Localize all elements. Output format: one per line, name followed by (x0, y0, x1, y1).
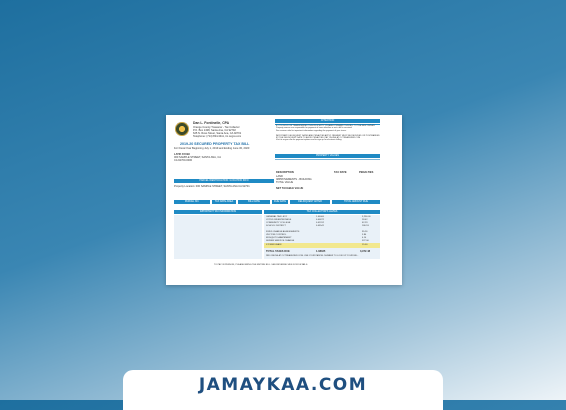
levy-row: SEWER SERVICE CHARGE (266, 240, 295, 242)
strip-parcel: PARCEL NO. (174, 200, 210, 204)
property-divider (275, 159, 380, 160)
property-label-tax-rate: TAX RATE (334, 171, 347, 174)
levy-amount: 15.00 (362, 244, 368, 246)
levy-header: TAX COLLECTOR'S LEVIES (264, 210, 380, 214)
pay-note: PAY ONLINE AT OCTREASURER.COM. USE YOUR … (266, 255, 359, 257)
property-row-net: NET TAXABLE VALUE (276, 187, 304, 190)
bottom-note: TO PAY IN PERSON, PLEASE BRING THE ENTIR… (214, 264, 308, 266)
fiscal-period: For Fiscal Year Beginning July 1, 2019 a… (174, 147, 250, 150)
property-values-header: PROPERTY VALUES (275, 154, 380, 158)
strip-tax-rate-area: TAX RATE AREA (212, 200, 236, 204)
attention-header: ATTENTION (275, 119, 380, 123)
tax-bill-document: Dan L. Fontinelle, CPA Orange County Tre… (166, 115, 402, 285)
levy-row: STORM DRAIN (266, 244, 282, 246)
attention-line-7: Visit ttc.ocgov.com for payment options … (276, 139, 342, 142)
levy-rate: 0.05541 (316, 225, 324, 227)
property-label-penalties: PENALTIES (359, 171, 374, 174)
total-taxes-label: TOTAL TAXES DUE (266, 250, 290, 253)
county-seal-icon (175, 122, 189, 136)
collector-name: Dan L. Fontinelle, CPA (193, 121, 230, 125)
property-label-description: DESCRIPTION (276, 171, 294, 174)
levy-row: SCHOOL DISTRICT (266, 225, 286, 227)
address-line-3: Telephone: (714) 834-3411, ttc.ocgov.com (193, 135, 242, 138)
attention-line-3: See reverse side for important informati… (276, 129, 347, 132)
strip-due-date: DUE DATE (272, 200, 288, 204)
location-text: Property Location: 000 SAMPLE STREET, SA… (174, 185, 250, 188)
bill-title: 2019-20 SECURED PROPERTY TAX BILL (180, 142, 250, 146)
brand-wordmark[interactable]: JAMAYKAA.COM (123, 375, 443, 395)
levy-amount: 327.00 (362, 240, 369, 242)
location-header: PARCEL IDENTIFICATION / LOCATION INFO (174, 179, 274, 183)
strip-delinquent: DELINQUENT AFTER (290, 200, 330, 204)
total-taxes-rate: 1.08325 (316, 250, 326, 253)
agencies-header: IMPORTANT TAX INFORMATION (174, 210, 262, 214)
agencies-panel (174, 215, 262, 259)
property-row-total: TOTAL VALUE (276, 181, 294, 184)
strip-bill-date: BILL DATE (238, 200, 270, 204)
strip-total-due: TOTAL AMOUNT DUE (332, 200, 380, 204)
total-taxes-amount: 3,972.48 (360, 250, 371, 253)
levy-amount: 180.53 (362, 225, 369, 227)
brand-footer: JAMAYKAA.COM (123, 370, 443, 410)
owner-address-2: CA 92700-0000 (174, 159, 193, 162)
